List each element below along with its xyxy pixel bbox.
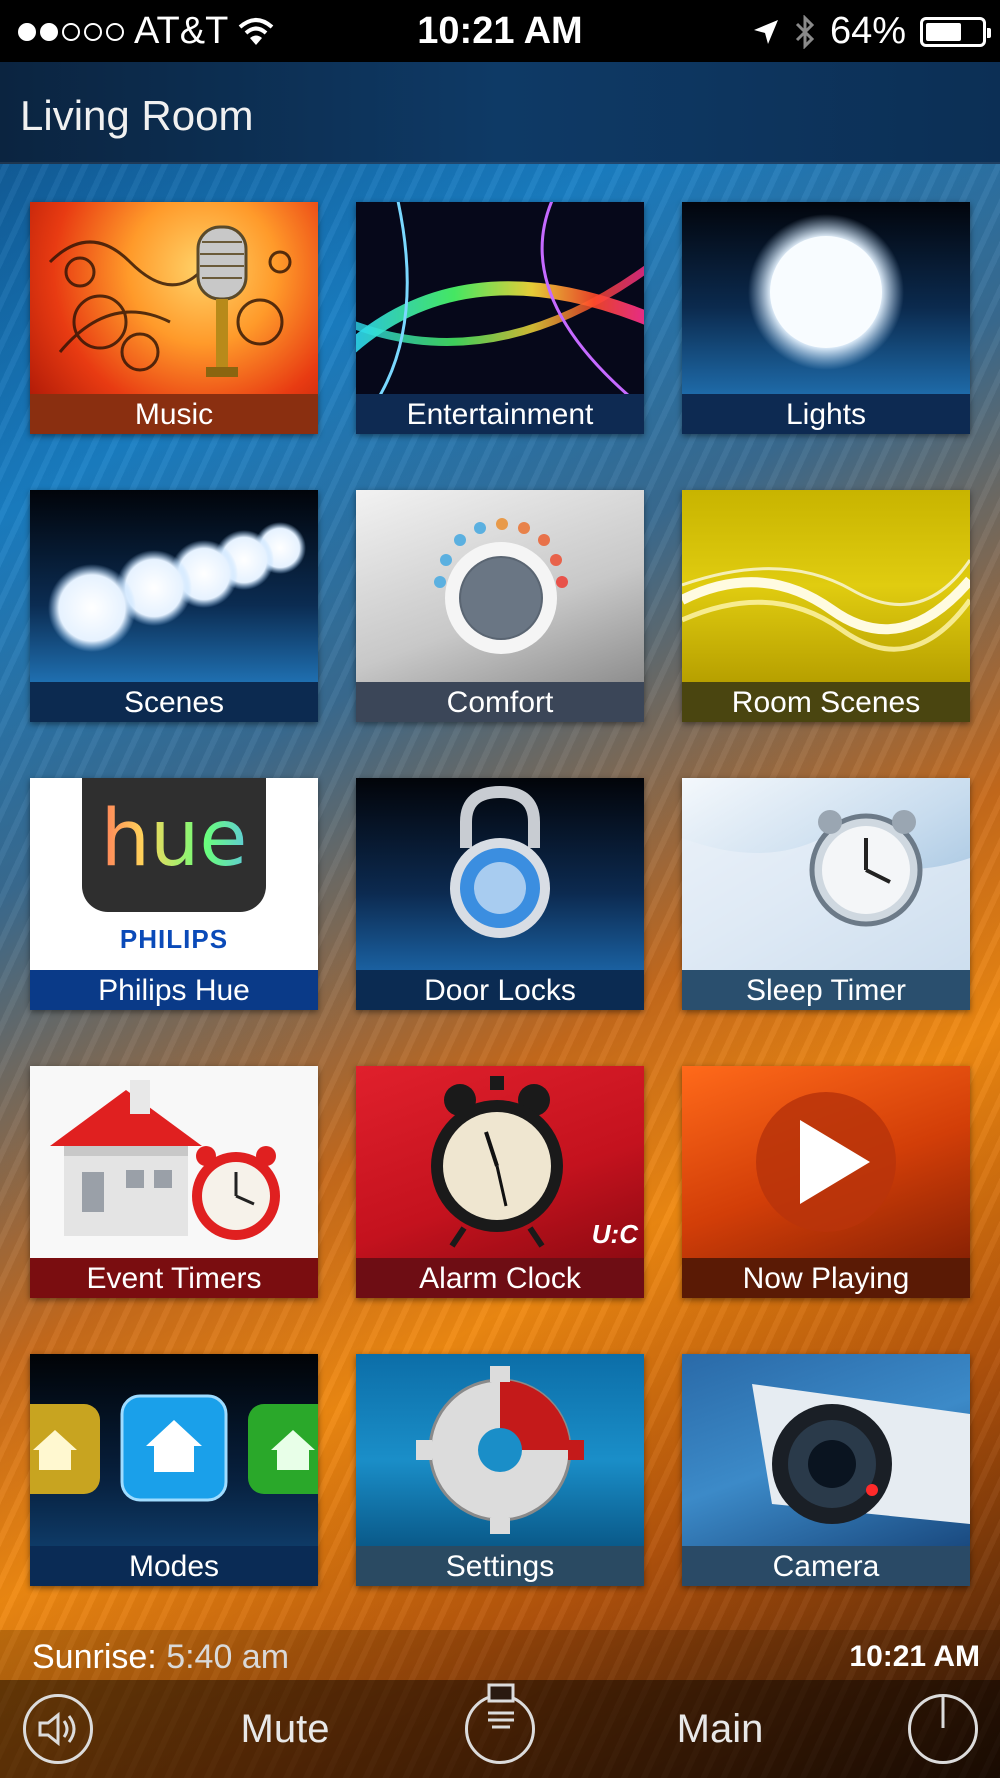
house-clock-icon [30, 1066, 318, 1258]
tile-label: Comfort [356, 682, 644, 722]
sunrise-value: 5:40 am [166, 1638, 290, 1676]
tile-label: Music [30, 394, 318, 434]
tile-label: Entertainment [356, 394, 644, 434]
security-camera-icon [682, 1354, 970, 1546]
philips-hue-logo: hue PHILIPS [30, 778, 318, 970]
tile-label: Philips Hue [30, 970, 318, 1010]
location-arrow-icon [753, 19, 778, 44]
mute-label: Mute [240, 1706, 330, 1751]
tile-camera[interactable]: Camera [682, 1354, 970, 1586]
tile-label: Door Locks [356, 970, 644, 1010]
info-bar: Sunrise: 5:40 am 10:21 AM [0, 1630, 1000, 1680]
tile-label: Room Scenes [682, 682, 970, 722]
tile-sleep-timer[interactable]: Sleep Timer [682, 778, 970, 1010]
tile-settings[interactable]: Settings [356, 1354, 644, 1586]
tile-label: Event Timers [30, 1258, 318, 1298]
room-header: Living Room [0, 62, 1000, 164]
battery-icon [920, 16, 991, 47]
tile-label: Scenes [30, 682, 318, 722]
clock-display: 10:21 AM [849, 1640, 980, 1673]
play-icon [682, 1066, 970, 1258]
light-streaks-icon [356, 202, 644, 394]
glowing-orb-icon [682, 202, 970, 394]
bottom-bar: Mute Main [0, 1680, 1000, 1778]
orbs-row-icon [30, 490, 318, 682]
tile-event-timers[interactable]: Event Timers [30, 1066, 318, 1298]
tile-alarm-clock[interactable]: U:C Alarm Clock [356, 1066, 644, 1298]
tile-label: Now Playing [682, 1258, 970, 1298]
status-bar: AT&T 10:21 AM 64% [0, 0, 1000, 62]
tile-label: Lights [682, 394, 970, 434]
remote-menu-icon [465, 1683, 535, 1764]
yellow-wave-icon [682, 490, 970, 682]
tile-scenes[interactable]: Scenes [30, 490, 318, 722]
bluetooth-icon [795, 14, 815, 49]
power-button[interactable] [903, 1680, 983, 1778]
tile-entertainment[interactable]: Entertainment [356, 202, 644, 434]
tile-lights[interactable]: Lights [682, 202, 970, 434]
sunrise-label: Sunrise: [32, 1638, 157, 1676]
main-label: Main [676, 1706, 764, 1751]
volume-button[interactable] [18, 1680, 98, 1778]
alarm-clock-icon: U:C [356, 1066, 644, 1258]
hue-wordmark: hue [82, 794, 266, 884]
home-modes-icon [30, 1354, 318, 1546]
tile-music[interactable]: Music [30, 202, 318, 434]
thermostat-dial-icon [356, 490, 644, 682]
tile-label: Alarm Clock [356, 1258, 644, 1298]
tile-label: Settings [356, 1546, 644, 1586]
status-right: 64% [752, 10, 991, 53]
tile-modes[interactable]: Modes [30, 1354, 318, 1586]
tile-label: Modes [30, 1546, 318, 1586]
room-title: Living Room [20, 92, 254, 139]
main-button[interactable]: Main [650, 1680, 790, 1778]
tile-label: Sleep Timer [682, 970, 970, 1010]
sunrise-info: Sunrise: 5:40 am [32, 1638, 289, 1677]
tile-comfort[interactable]: Comfort [356, 490, 644, 722]
tile-room-scenes[interactable]: Room Scenes [682, 490, 970, 722]
power-icon [908, 1694, 978, 1764]
tile-door-locks[interactable]: Door Locks [356, 778, 644, 1010]
tile-label: Camera [682, 1546, 970, 1586]
tile-grid: Music Entertainment Lights Scenes Comfor… [30, 202, 970, 1588]
tile-philips-hue[interactable]: hue PHILIPS Philips Hue [30, 778, 318, 1010]
speaker-icon [23, 1694, 93, 1764]
philips-brand: PHILIPS [119, 924, 229, 954]
tile-now-playing[interactable]: Now Playing [682, 1066, 970, 1298]
mute-button[interactable]: Mute [210, 1680, 360, 1778]
microphone-icon [30, 202, 318, 394]
alarm-clock-bed-icon [682, 778, 970, 970]
menu-button[interactable] [460, 1680, 540, 1778]
padlock-icon [356, 778, 644, 970]
uc-watermark: U:C [591, 1219, 638, 1249]
gear-puzzle-icon [356, 1354, 644, 1546]
battery-percent: 64% [829, 10, 906, 52]
